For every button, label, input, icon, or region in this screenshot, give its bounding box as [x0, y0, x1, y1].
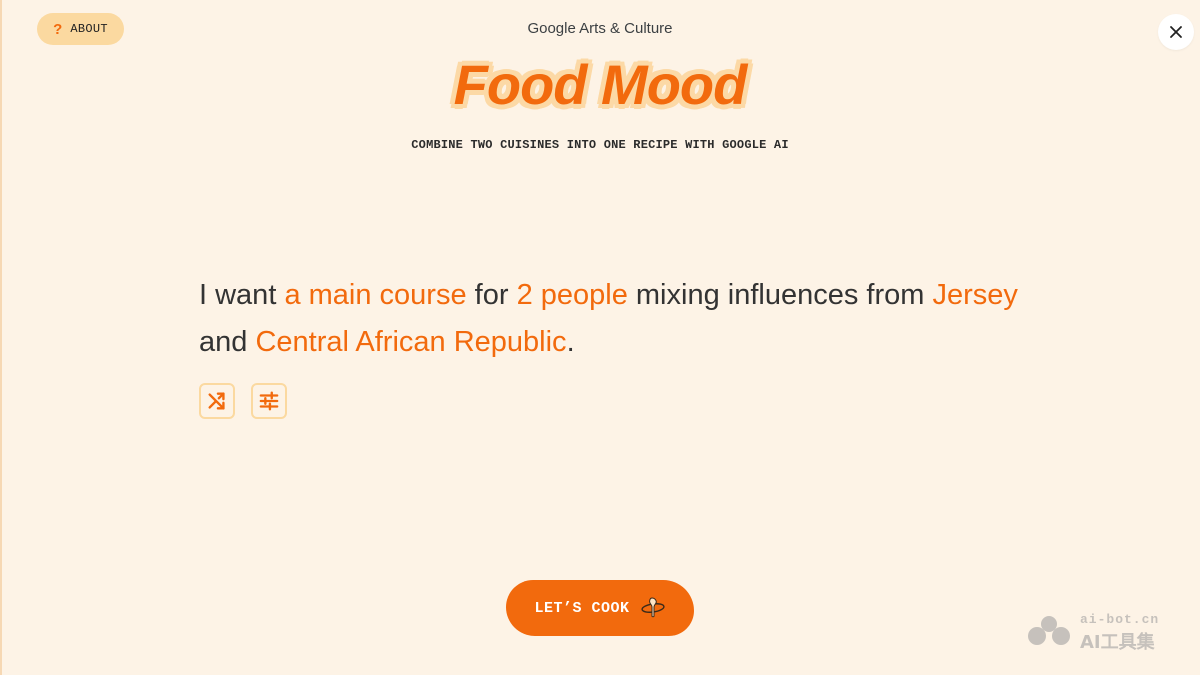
lets-cook-label: LET’S COOK [534, 599, 630, 617]
watermark-logo-icon [1028, 616, 1070, 645]
prompt-text: and [199, 326, 256, 358]
page-subtitle: COMBINE TWO CUISINES INTO ONE RECIPE WIT… [411, 138, 789, 152]
page-title: Food Mood [453, 53, 748, 116]
spoon-icon [640, 597, 665, 618]
close-icon [1170, 26, 1182, 38]
recipe-prompt: I want a main course for 2 people mixing… [199, 272, 1019, 366]
watermark-url: ai-bot.cn [1080, 612, 1160, 627]
sliders-icon [259, 391, 279, 411]
prompt-text: mixing influences from [627, 279, 933, 311]
close-button[interactable] [1158, 14, 1194, 50]
lets-cook-button[interactable]: LET’S COOK [506, 580, 694, 636]
course-selector[interactable]: a main course [284, 279, 466, 311]
shuffle-button[interactable] [199, 383, 235, 419]
prompt-text: for [466, 279, 517, 311]
watermark: ai-bot.cn AI工具集 [1026, 612, 1176, 653]
shuffle-icon [208, 392, 225, 410]
prompt-text: . [566, 326, 575, 358]
prompt-text: I want [199, 279, 285, 311]
cuisine-2-selector[interactable]: Central African Republic [255, 326, 566, 358]
watermark-text: AI工具集 [1080, 632, 1155, 653]
settings-button[interactable] [251, 383, 287, 419]
cuisine-1-selector[interactable]: Jersey [932, 279, 1017, 311]
brand-logo[interactable]: Google Arts & Culture [0, 20, 1200, 37]
servings-selector[interactable]: 2 people [517, 279, 628, 311]
